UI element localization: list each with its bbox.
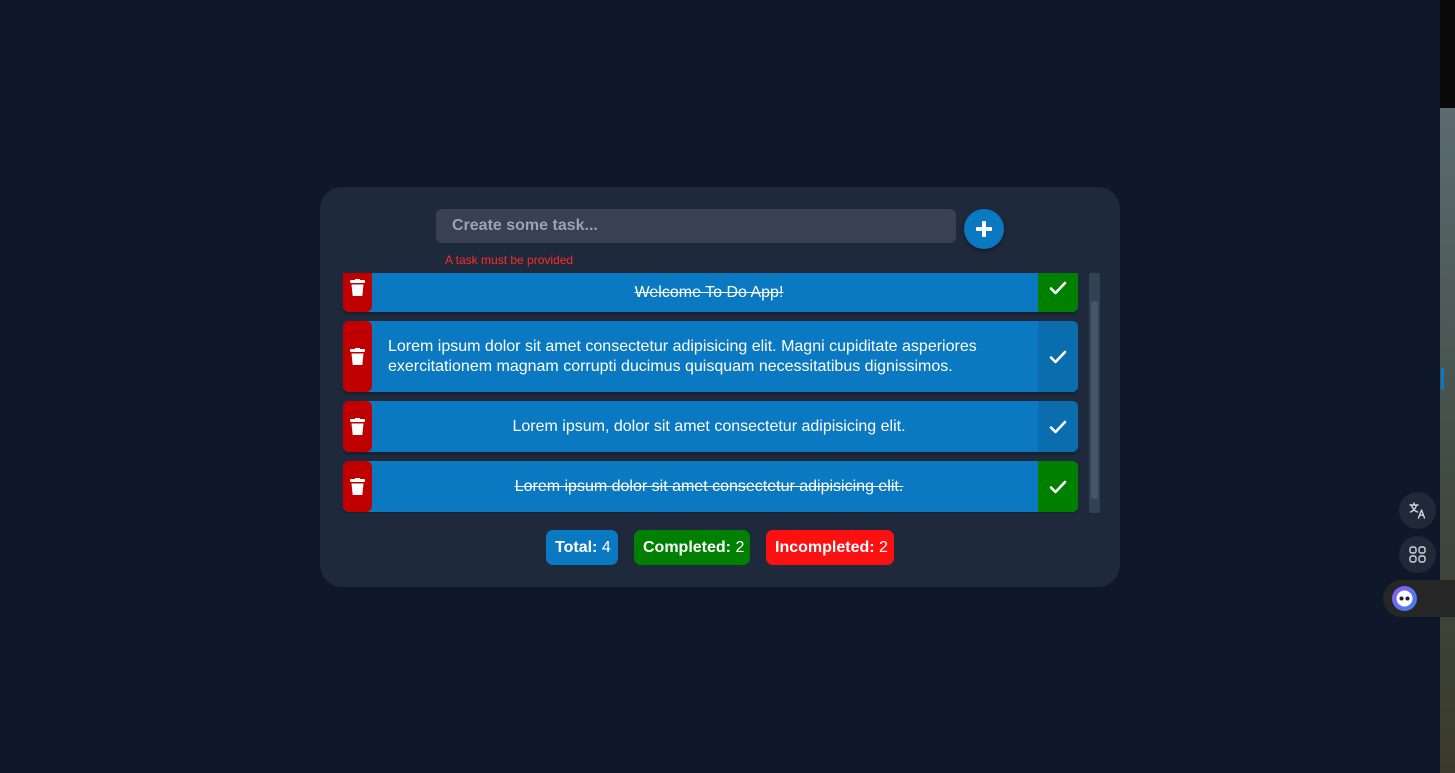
check-icon	[1049, 281, 1067, 294]
delete-task-button[interactable]	[343, 401, 372, 452]
task-item: Lorem ipsum dolor sit amet consectetur a…	[343, 321, 1078, 392]
task-text: Welcome To Do App!	[634, 283, 784, 301]
complete-task-button[interactable]	[1038, 401, 1078, 452]
delete-task-button[interactable]	[343, 273, 372, 312]
task-text: Lorem ipsum, dolor sit amet consectetur …	[512, 417, 906, 435]
todo-app-card: A task must be provided Welcome To Do Ap…	[320, 187, 1120, 587]
delete-task-button[interactable]	[343, 321, 372, 392]
incompleted-value: 2	[879, 539, 888, 556]
trash-icon	[350, 477, 365, 495]
trash-icon	[350, 347, 365, 365]
total-badge: Total: 4	[546, 530, 618, 565]
incompleted-badge: Incompleted: 2	[766, 530, 894, 565]
plus-icon	[976, 221, 992, 237]
add-task-button[interactable]	[964, 209, 1004, 249]
completed-value: 2	[735, 539, 745, 556]
completed-badge: Completed: 2	[634, 530, 750, 565]
task-item: Welcome To Do App!	[343, 273, 1078, 312]
check-icon	[1049, 480, 1067, 493]
apps-grid-icon	[1409, 546, 1426, 563]
completed-label: Completed:	[643, 539, 731, 556]
translate-button[interactable]	[1399, 492, 1436, 529]
total-value: 4	[601, 539, 611, 556]
trash-icon	[350, 278, 365, 296]
complete-task-button[interactable]	[1038, 321, 1078, 392]
translate-icon	[1409, 502, 1426, 519]
complete-task-button[interactable]	[1038, 273, 1078, 312]
total-label: Total:	[555, 539, 598, 556]
apps-grid-button[interactable]	[1399, 536, 1436, 573]
task-list-scrollbar[interactable]	[1089, 273, 1100, 513]
task-input[interactable]	[436, 209, 956, 243]
incompleted-label: Incompleted:	[775, 539, 875, 556]
check-icon	[1049, 350, 1067, 363]
task-list[interactable]: Welcome To Do App! Lorem ipsum dolor sit…	[343, 273, 1078, 513]
task-item: Lorem ipsum, dolor sit amet consectetur …	[343, 401, 1078, 452]
delete-task-button[interactable]	[343, 461, 372, 512]
task-text: Lorem ipsum dolor sit amet consectetur a…	[514, 477, 904, 495]
trash-icon	[350, 417, 365, 435]
assistant-button[interactable]	[1383, 580, 1455, 617]
task-item: Lorem ipsum dolor sit amet consectetur a…	[343, 461, 1078, 512]
assistant-icon	[1392, 586, 1417, 611]
check-icon	[1049, 420, 1067, 433]
error-message: A task must be provided	[445, 253, 574, 267]
complete-task-button[interactable]	[1038, 461, 1078, 512]
task-text: Lorem ipsum dolor sit amet consectetur a…	[388, 337, 977, 375]
side-panel-indicator	[1441, 368, 1444, 390]
scrollbar-thumb[interactable]	[1091, 301, 1098, 499]
